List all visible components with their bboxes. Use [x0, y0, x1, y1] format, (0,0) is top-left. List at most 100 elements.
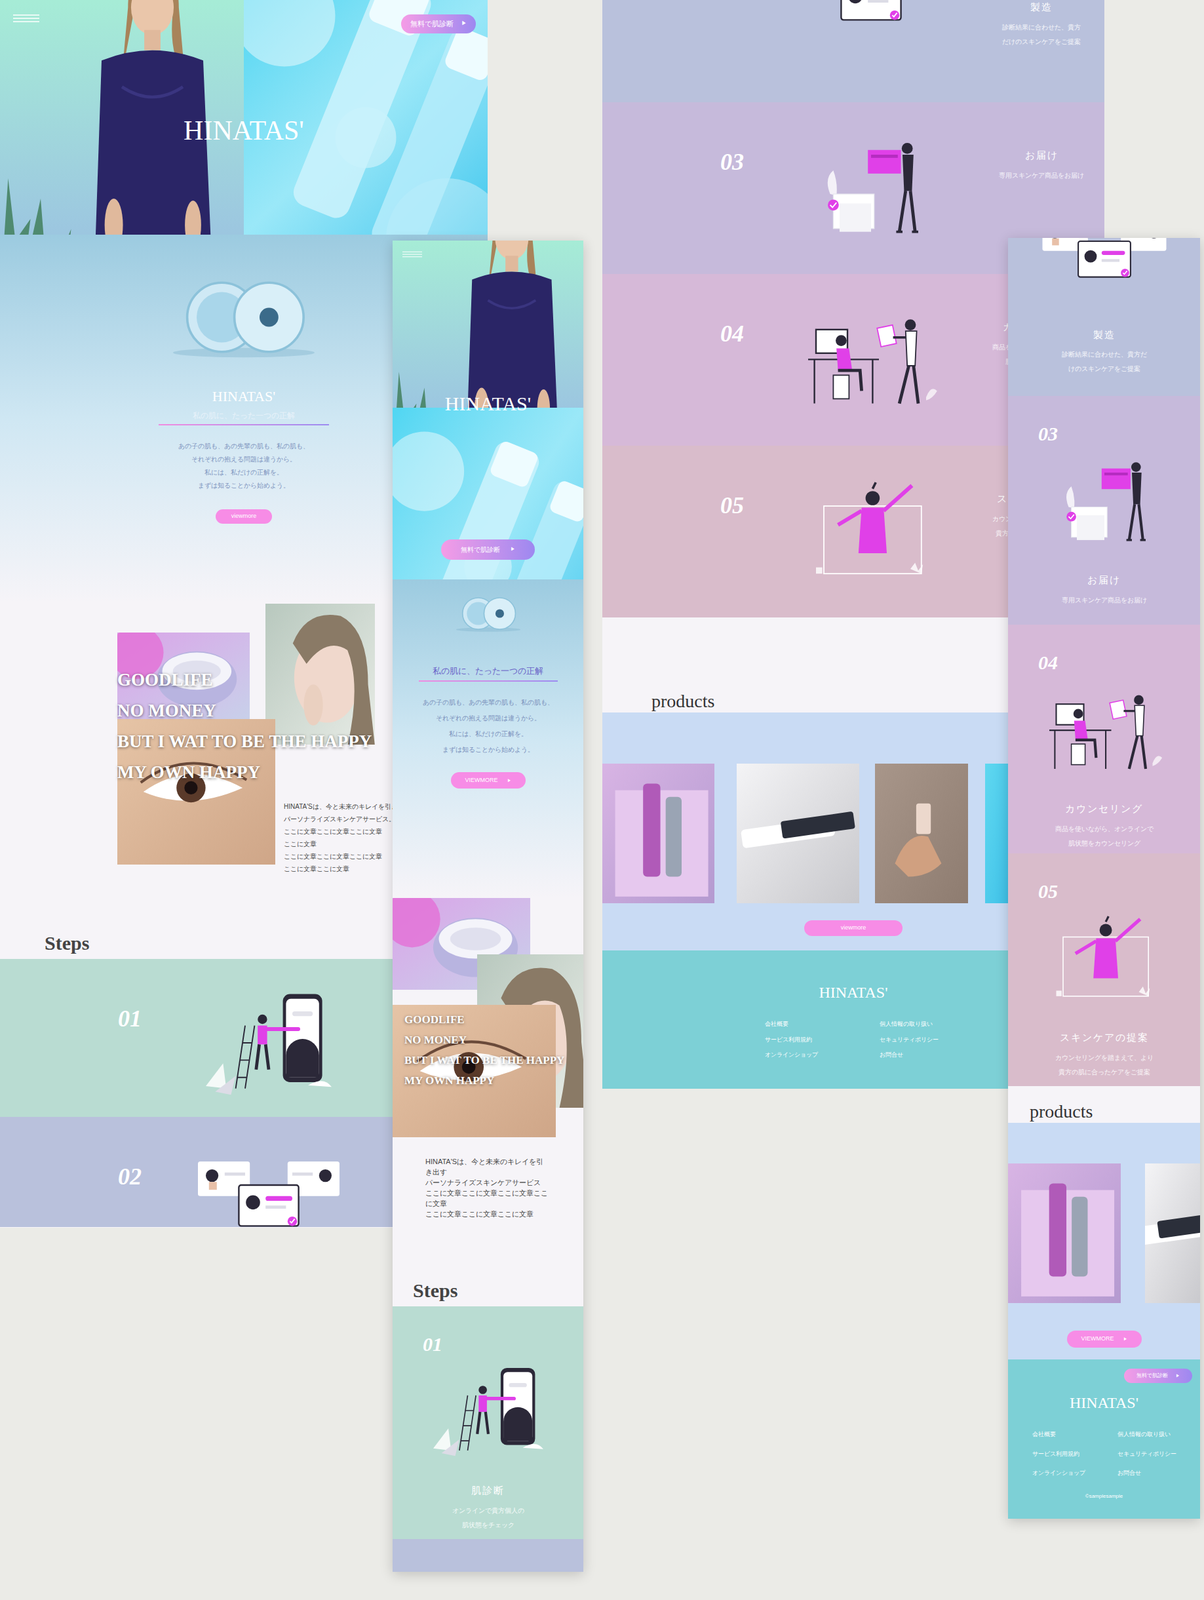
desc-line: 商品を使いながら、オンラインで: [1055, 821, 1154, 837]
step-text: お届け専用スキンケア商品をお届け: [1061, 572, 1147, 608]
site-footer: 無料で肌診断 ▶ HINATAS' 会社概要 個人情報の取り扱いサービス利用規約 セキュリ…: [1008, 1359, 1201, 1519]
body-line: ここに文章ここに文章ここに文章: [283, 850, 411, 863]
step-illustration: [1035, 679, 1174, 778]
intro-body: あの子の肌も、あの先輩の肌も、私の肌も、それぞれの抱える問題は違うから。私には、…: [422, 694, 554, 758]
footer-logo: HINATAS': [818, 980, 888, 1005]
step-number: 03: [1038, 422, 1058, 446]
footer-link[interactable]: お問合せ: [1117, 1468, 1177, 1478]
footer-link[interactable]: お問合せ: [879, 1050, 942, 1060]
step-text: 製造診断結果に合わせた、貴方だけのスキンケアをご提案: [969, 0, 1105, 50]
product-photo: [602, 763, 715, 904]
intro-section: 私の肌に、たった一つの正解あの子の肌も、あの先輩の肌も、私の肌も、それぞれの抱え…: [392, 579, 584, 898]
footer-link[interactable]: オンラインショップ: [764, 1050, 828, 1060]
footer-link[interactable]: 会社概要: [764, 1019, 828, 1030]
desc-line: 肌状態をカウンセリング: [1068, 836, 1141, 851]
footer-link[interactable]: 会社概要: [1032, 1430, 1092, 1440]
footer-link[interactable]: サービス利用規約: [1032, 1449, 1092, 1459]
step-number: 04: [720, 315, 793, 352]
headline-line: NO MONEY: [117, 695, 372, 727]
product-row: [1008, 1163, 1201, 1303]
step-number: 05: [1038, 879, 1058, 904]
play-icon: ▶: [510, 545, 516, 554]
desc-line: だけのスキンケアをご提案: [1002, 34, 1081, 50]
body-line: 私には、私だけの正解を。: [204, 466, 284, 480]
step-illustration: [792, 474, 950, 585]
about-text: HINATA'Sは、今と未来のキレイを引き出すパーソナライズスキンケアサービスこ…: [425, 1156, 548, 1220]
step-number: 03: [720, 144, 793, 180]
headline: GOODLIFENO MONEYBUT I WAT TO BE THE HAPP…: [117, 664, 372, 788]
button-label: VIEWMORE: [1080, 1334, 1114, 1344]
step-title: お届け: [1087, 572, 1121, 588]
step-number: 01: [422, 1332, 443, 1357]
step-text: カウンセリング商品を使いながら、オンラインで肌状態をカウンセリング: [1055, 801, 1154, 851]
footer-link[interactable]: セキュリティポリシー: [879, 1035, 942, 1045]
headline-line: BUT I WAT TO BE THE HAPPY: [404, 1049, 565, 1071]
step-title: スキンケアの提案: [1059, 1030, 1149, 1046]
step-desc: 商品を使いながら、オンラインで肌状態をカウンセリング: [1055, 821, 1154, 851]
viewmore-button[interactable]: VIEWMORE▶: [450, 772, 526, 790]
body-line: HINATA'Sは、今と未来のキレイを引き出す: [283, 800, 411, 813]
step-desc: カウンセリングを踏まえて、より貴方の肌に合ったケアをご提案: [1055, 1050, 1154, 1080]
footer-link[interactable]: サービス利用規約: [764, 1035, 828, 1045]
viewmore-button[interactable]: VIEWMORE ▶: [1067, 1330, 1142, 1348]
product-photo: [985, 763, 1012, 904]
mobile-mockup: 製造診断結果に合わせた、貴方だけのスキンケアをご提案 03 お届け専用スキンケア商品…: [1008, 237, 1201, 1519]
headline: GOODLIFENO MONEYBUT I WAT TO BE THE HAPP…: [404, 1009, 565, 1091]
diagnosis-button[interactable]: 無料で肌診断 ▶: [1124, 1368, 1193, 1383]
step-section: 製造診断結果に合わせた、貴方だけのスキンケアをご提案: [1008, 237, 1201, 396]
body-line: HINATA'Sは、今と未来のキレイを引: [425, 1156, 548, 1167]
play-icon: ▶: [1123, 1335, 1128, 1342]
mobile-mockup: HINATAS' 無料で肌診断 ▶ 私の肌に、たった一つの正解あの子の肌も、あの先輩の…: [392, 240, 584, 1572]
body-line: あの子の肌も、あの先輩の肌も、私の肌も、: [178, 439, 310, 453]
diagnosis-button[interactable]: 無料で肌診断 ▶: [441, 539, 535, 560]
step-text: 製造診断結果に合わせた、貴方だけのスキンケアをご提案: [1061, 327, 1147, 377]
face-photo: [265, 603, 375, 745]
step-text: 肌診断オンラインで貴方個人の肌状態をチェック: [452, 1483, 525, 1533]
footer-logo: HINATAS': [1069, 1390, 1139, 1415]
step-illustration: [1035, 908, 1174, 1007]
step-desc: 診断結果に合わせた、貴方だけのスキンケアをご提案: [1002, 20, 1081, 50]
step-title: お届け: [1025, 148, 1059, 164]
hero-title: HINATAS': [392, 392, 584, 415]
body-line: ここに文章: [283, 837, 411, 851]
footer-links: 会社概要 個人情報の取り扱いサービス利用規約 セキュリティポリシーオンラインショップ…: [764, 1019, 942, 1060]
desc-line: 貴方の肌に合ったケアをご提案: [1058, 1065, 1151, 1080]
step-section: [392, 1538, 584, 1572]
step-number: 05: [720, 487, 793, 524]
footer-link[interactable]: 個人情報の取り扱い: [879, 1019, 942, 1030]
step-illustration: [792, 302, 950, 413]
footer-link[interactable]: オンラインショップ: [1032, 1468, 1092, 1478]
model-photo: [392, 240, 584, 408]
body-line: パーソナライズスキンケアサービス: [425, 1177, 548, 1188]
footer-link[interactable]: 個人情報の取り扱い: [1117, 1430, 1177, 1440]
intro-title: HINATAS': [212, 385, 276, 408]
step-number: 01: [117, 1000, 191, 1037]
tagline-underline: [418, 680, 558, 682]
play-icon: ▶: [1175, 1373, 1180, 1379]
hero-title: HINATAS': [0, 110, 488, 152]
headline-line: GOODLIFE: [404, 1009, 565, 1030]
button-label: 無料で肌診断: [410, 18, 454, 30]
button-label: viewmore: [840, 923, 867, 933]
footer-link[interactable]: セキュリティポリシー: [1117, 1449, 1177, 1459]
desc-line: 専用スキンケア商品をお届け: [998, 168, 1085, 183]
headline-line: GOODLIFE: [117, 664, 372, 696]
step-text: お届け専用スキンケア商品をお届け: [969, 102, 1105, 183]
desc-line: けのスキンケアをご提案: [1068, 361, 1141, 377]
desc-line: カウンセリングを踏まえて、より: [1055, 1050, 1154, 1066]
products-title: products: [1029, 1100, 1093, 1123]
viewmore-button[interactable]: viewmore: [215, 509, 272, 524]
body-line: まずは知ることから始めよう。: [442, 741, 535, 758]
body-line: に文章: [425, 1198, 548, 1209]
step-section: 04カウンセリング商品を使いながら、オンラインで肌状態をカウンセリング: [1008, 624, 1201, 854]
body-line: ここに文章ここに文章ここに文章: [283, 825, 411, 838]
button-label: 無料で肌診断: [1136, 1371, 1168, 1380]
hero-section: HINATAS' 無料で肌診断 ▶: [392, 240, 584, 580]
collage-section: GOODLIFENO MONEYBUT I WAT TO BE THE HAPP…: [392, 897, 584, 1261]
step-number: 02: [117, 1158, 191, 1195]
viewmore-button[interactable]: viewmore: [804, 920, 903, 936]
copyright: ©samplesample: [1085, 1492, 1123, 1501]
desc-line: 専用スキンケア商品をお届け: [1061, 593, 1147, 608]
diagnosis-button[interactable]: 無料で肌診断▶: [401, 14, 476, 34]
button-label: 無料で肌診断: [460, 544, 501, 555]
